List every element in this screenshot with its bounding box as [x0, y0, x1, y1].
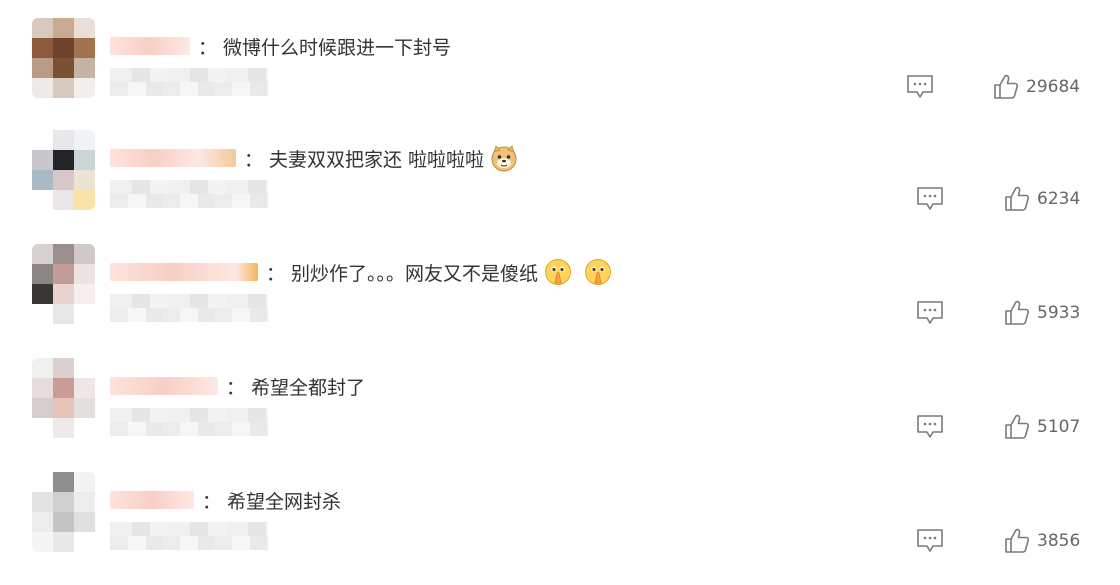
comment-text: 希望全网封杀 [227, 490, 342, 513]
colon: ： [198, 36, 218, 59]
comment-text: 别炒作了。。。网友又不是傻纸 [291, 262, 539, 285]
thumbs-up-icon [1005, 300, 1029, 325]
like-button[interactable]: 3856 [1004, 527, 1080, 555]
username[interactable] [110, 263, 258, 281]
like-count: 6234 [1037, 189, 1081, 209]
like-count: 3856 [1037, 531, 1081, 551]
like-button[interactable]: 5107 [1004, 413, 1080, 441]
like-button[interactable]: 29684 [993, 73, 1080, 101]
like-button[interactable]: 6234 [1004, 185, 1080, 213]
comment-icon[interactable] [916, 185, 944, 213]
like-count: 5107 [1037, 417, 1081, 437]
username[interactable] [110, 37, 190, 55]
avatar[interactable] [32, 358, 95, 438]
comment-icon[interactable] [916, 413, 944, 441]
thumbs-up-icon [1005, 186, 1029, 211]
avatar[interactable] [32, 244, 95, 324]
like-button[interactable]: 5933 [1004, 299, 1080, 327]
comment-icon[interactable] [916, 527, 944, 555]
colon: ： [226, 376, 246, 399]
pray-emoji-icon [545, 259, 572, 285]
colon: ： [202, 490, 222, 513]
thumbs-up-icon [994, 74, 1018, 99]
avatar[interactable] [32, 472, 95, 552]
thumbs-up-icon [1005, 414, 1029, 439]
comment-item: ： 夫妻双双把家还 啦啦啦啦 6234 [0, 130, 1120, 243]
username[interactable] [110, 491, 194, 509]
pray-emoji-icon [585, 259, 612, 285]
comment-icon[interactable] [916, 299, 944, 327]
thumbs-up-icon [1005, 528, 1029, 553]
comment-item: ： 别炒作了。。。网友又不是傻纸 5933 [0, 244, 1120, 357]
comment-item: ： 微博什么时候跟进一下封号 29684 [0, 18, 1120, 131]
colon: ： [244, 148, 264, 171]
comment-timestamp [110, 68, 268, 96]
like-count: 29684 [1026, 77, 1081, 97]
username[interactable] [110, 377, 218, 395]
comment-text: 微博什么时候跟进一下封号 [223, 36, 452, 59]
comment-timestamp [110, 180, 268, 208]
comment-list: ： 微博什么时候跟进一下封号 29684 ： 夫妻双双把家还 啦啦啦啦 6234… [0, 0, 1120, 571]
comment-text: 夫妻双双把家还 啦啦啦啦 [269, 148, 485, 171]
comment-text: 希望全都封了 [251, 376, 366, 399]
comment-timestamp [110, 294, 268, 322]
doge-emoji-icon [491, 145, 517, 172]
comment-item: ： 希望全都封了 5107 [0, 358, 1120, 471]
comment-timestamp [110, 522, 268, 550]
username[interactable] [110, 149, 236, 167]
comment-timestamp [110, 408, 268, 436]
comment-icon[interactable] [906, 73, 934, 101]
comment-item: ： 希望全网封杀 3856 [0, 472, 1120, 585]
like-count: 5933 [1037, 303, 1081, 323]
avatar[interactable] [32, 18, 95, 98]
avatar[interactable] [32, 130, 95, 210]
colon: ： [266, 262, 286, 285]
